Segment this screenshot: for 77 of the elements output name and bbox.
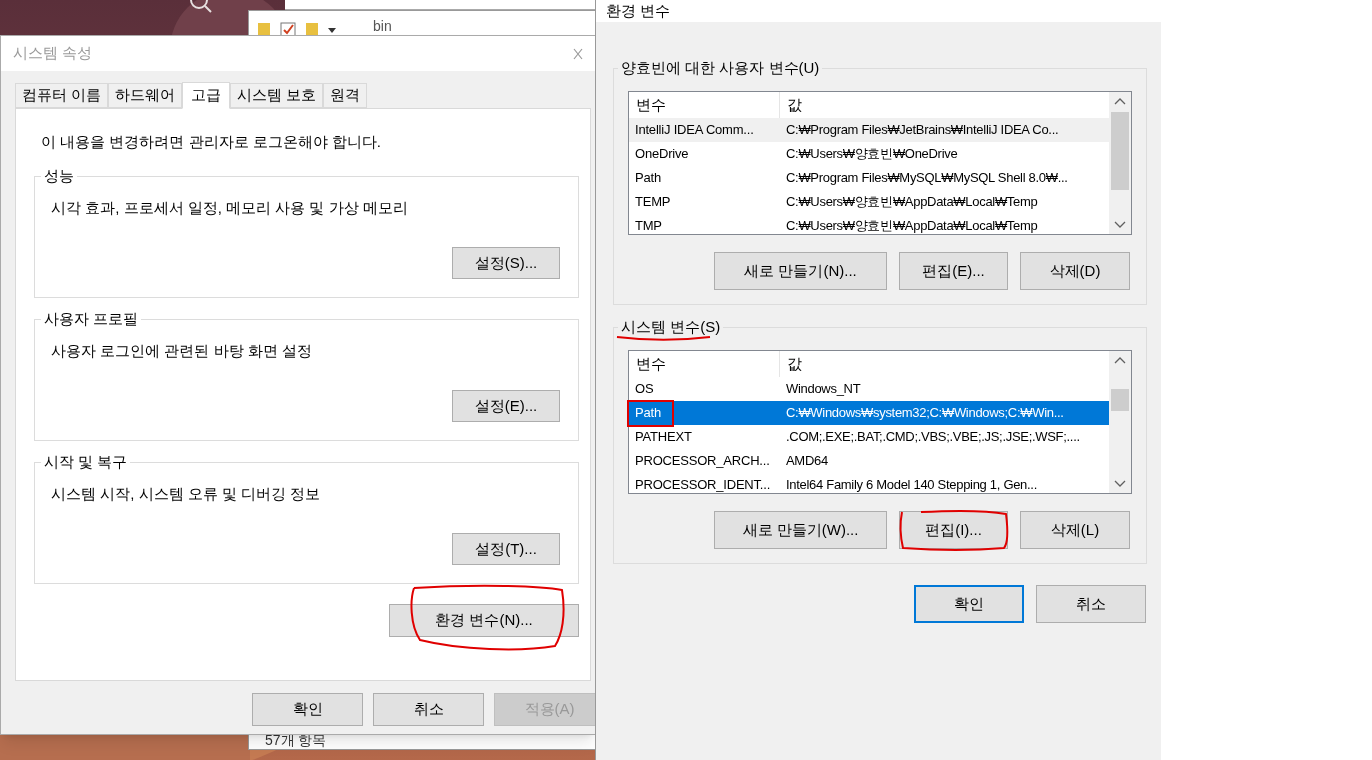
notice-text: 이 내용을 변경하려면 관리자로 로그온해야 합니다. bbox=[40, 132, 382, 151]
settings-button[interactable]: 설정(E)... bbox=[452, 390, 560, 422]
group-description: 사용자 로그인에 관련된 바탕 화면 설정 bbox=[51, 341, 312, 361]
list-row[interactable]: TEMP C:₩Users₩양효빈₩AppData₩Local₩Temp bbox=[629, 190, 1110, 214]
group-title: 양효빈에 대한 사용자 변수(U) bbox=[618, 58, 823, 78]
tab[interactable]: 컴퓨터 이름 bbox=[15, 83, 109, 108]
column-header[interactable]: 값 bbox=[780, 351, 1110, 377]
dialog-button[interactable]: 취소 bbox=[373, 693, 484, 726]
tab[interactable]: 고급 bbox=[182, 82, 231, 109]
variable-value: C:₩Users₩양효빈₩AppData₩Local₩Temp bbox=[785, 193, 1038, 212]
variable-value: C:₩Program Files₩MySQL₩MySQL Shell 8.0₩... bbox=[785, 169, 1068, 188]
list-row[interactable]: PROCESSOR_IDENT... Intel64 Family 6 Model 140 Stepping 1, Gen... bbox=[629, 473, 1110, 493]
group-description: 시스템 시작, 시스템 오류 및 디버깅 정보 bbox=[51, 484, 321, 504]
dialog-button[interactable]: 확인 bbox=[914, 585, 1024, 623]
scroll-up-icon[interactable] bbox=[1114, 356, 1127, 364]
group-title: 시작 및 복구 bbox=[41, 452, 131, 472]
annotation-box bbox=[627, 400, 674, 427]
list-row[interactable]: OS Windows_NT bbox=[629, 377, 1110, 401]
variable-value: C:₩Program Files₩JetBrains₩IntelliJ IDEA Co... bbox=[785, 121, 1059, 140]
window-title: bin bbox=[373, 17, 392, 35]
close-icon[interactable] bbox=[573, 47, 583, 60]
list-row[interactable]: IntelliJ IDEA Comm... C:₩Program Files₩JetBrains₩IntelliJ IDEA Co... bbox=[629, 118, 1110, 142]
window-title: 시스템 속성 bbox=[13, 43, 93, 64]
column-header[interactable]: 값 bbox=[780, 92, 1110, 118]
variable-value: .COM;.EXE;.BAT;.CMD;.VBS;.VBE;.JS;.JSE;.WSF;.... bbox=[785, 428, 1080, 447]
variable-value: C:₩Windows₩system32;C:₩Windows;C:₩Win... bbox=[785, 404, 1064, 423]
column-header[interactable]: 변수 bbox=[629, 351, 780, 377]
list-action-button[interactable]: 삭제(D) bbox=[1020, 252, 1130, 290]
scroll-down-icon[interactable] bbox=[1114, 480, 1127, 488]
scrollbar[interactable] bbox=[1109, 92, 1131, 234]
window-title: 환경 변수 bbox=[606, 0, 671, 21]
variable-name: Path bbox=[635, 169, 661, 188]
variable-name: PATHEXT bbox=[635, 428, 692, 447]
variable-name: OneDrive bbox=[635, 145, 689, 164]
scroll-up-icon[interactable] bbox=[1114, 97, 1127, 105]
list-action-button[interactable]: 편집(I)... bbox=[899, 511, 1008, 549]
group-title: 시스템 변수(S) bbox=[618, 317, 724, 337]
settings-button[interactable]: 설정(T)... bbox=[452, 533, 560, 565]
variables-list[interactable] bbox=[628, 350, 1132, 494]
list-row[interactable]: OneDrive C:₩Users₩양효빈₩OneDrive bbox=[629, 142, 1110, 166]
group-description: 시각 효과, 프로세서 일정, 메모리 사용 및 가상 메모리 bbox=[51, 198, 408, 218]
variable-name: TMP bbox=[635, 217, 662, 234]
scrollbar[interactable] bbox=[1109, 351, 1131, 493]
variable-value: Windows_NT bbox=[785, 380, 861, 399]
group-title: 사용자 프로필 bbox=[41, 309, 142, 329]
settings-button[interactable]: 설정(S)... bbox=[452, 247, 560, 279]
variables-list[interactable] bbox=[628, 91, 1132, 235]
group-title: 성능 bbox=[41, 166, 77, 186]
list-row[interactable]: Path C:₩Program Files₩MySQL₩MySQL Shell 8.0₩... bbox=[629, 166, 1110, 190]
list-action-button[interactable]: 새로 만들기(N)... bbox=[714, 252, 887, 290]
variable-name: TEMP bbox=[635, 193, 671, 212]
list-action-button[interactable]: 새로 만들기(W)... bbox=[714, 511, 887, 549]
variable-name: Path bbox=[635, 404, 661, 423]
variable-name: PROCESSOR_ARCH... bbox=[635, 452, 770, 471]
scroll-thumb[interactable] bbox=[1111, 112, 1130, 190]
list-action-button[interactable]: 편집(E)... bbox=[899, 252, 1008, 290]
tab[interactable]: 시스템 보호 bbox=[230, 83, 324, 108]
environment-variables-button[interactable]: 환경 변수(N)... bbox=[389, 604, 579, 637]
tab[interactable]: 원격 bbox=[323, 83, 368, 108]
variable-name: IntelliJ IDEA Comm... bbox=[635, 121, 754, 140]
list-row[interactable]: PROCESSOR_ARCH... AMD64 bbox=[629, 449, 1110, 473]
dialog-button[interactable]: 취소 bbox=[1036, 585, 1146, 623]
variable-name: OS bbox=[635, 380, 654, 399]
list-action-button[interactable]: 삭제(L) bbox=[1020, 511, 1130, 549]
variable-value: C:₩Users₩양효빈₩AppData₩Local₩Temp bbox=[785, 217, 1038, 234]
list-row[interactable]: Path C:₩Windows₩system32;C:₩Windows;C:₩Win... bbox=[629, 401, 1110, 425]
list-row[interactable]: PATHEXT .COM;.EXE;.BAT;.CMD;.VBS;.VBE;.JS;.JSE;.WSF;.... bbox=[629, 425, 1110, 449]
variable-value: AMD64 bbox=[785, 452, 828, 471]
dialog-button[interactable]: 확인 bbox=[252, 693, 363, 726]
list-row[interactable]: TMP C:₩Users₩양효빈₩AppData₩Local₩Temp bbox=[629, 214, 1110, 234]
variable-name: PROCESSOR_IDENT... bbox=[635, 476, 771, 493]
scroll-thumb[interactable] bbox=[1111, 389, 1130, 411]
status-text: 57개 항목 bbox=[265, 731, 327, 750]
variable-value: Intel64 Family 6 Model 140 Stepping 1, Gen... bbox=[785, 476, 1037, 493]
variable-value: C:₩Users₩양효빈₩OneDrive bbox=[785, 145, 958, 164]
tab[interactable]: 하드웨어 bbox=[108, 83, 183, 108]
scroll-down-icon[interactable] bbox=[1114, 221, 1127, 229]
